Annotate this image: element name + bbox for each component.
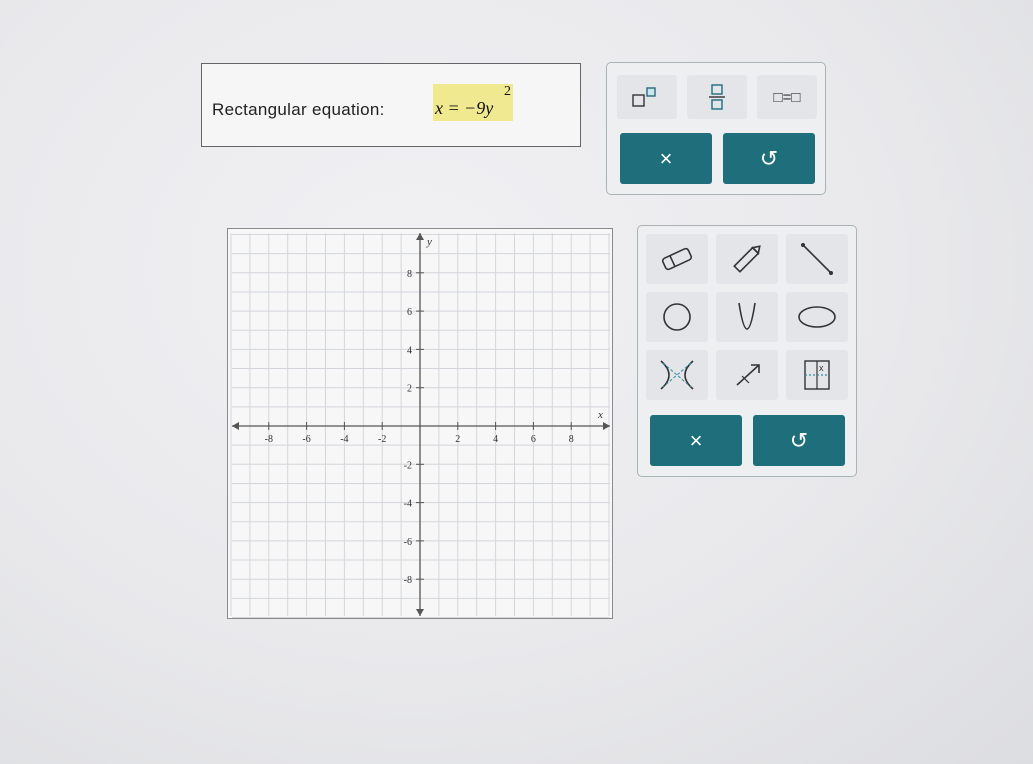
superscript-button[interactable] [617,75,677,119]
eraser-icon [661,247,693,271]
y-axis-label: y [426,236,432,248]
hyperbola-icon [660,360,694,390]
y-tick-label: -2 [404,460,412,471]
equals-button[interactable]: □=□ [757,75,817,119]
equation-exponent: 2 [504,84,511,99]
fraction-button[interactable] [687,75,747,119]
coordinate-plane[interactable]: -8 -6 -4 -2 2 4 6 8 8 6 4 2 -2 -4 -6 -8 x y [228,229,614,620]
hyperbola-tool-button[interactable] [646,350,708,400]
x-axis-arrow-left [232,422,239,430]
ellipse-icon [798,306,836,328]
y-tick-label: -4 [404,499,412,510]
line-tool-button[interactable] [786,234,848,284]
math-palette: □=□ × ↺ [606,62,826,195]
graph-undo-button[interactable]: ↺ [753,415,845,466]
ray-icon [736,364,760,386]
y-tick-label: -6 [404,537,412,548]
parabola-tool-button[interactable] [716,292,778,342]
graph-clear-button[interactable]: × [650,415,742,466]
ray-tool-button[interactable] [716,350,778,400]
x-tick-label: 8 [569,434,574,445]
rectangular-equation-label: Rectangular equation: [212,100,385,119]
x-tick-label: -6 [302,434,310,445]
x-tick-label: 6 [531,434,536,445]
y-tick-label: 8 [407,269,412,280]
svg-text:x: x [819,363,824,373]
parabola-icon [738,302,756,330]
circle-icon [663,303,691,331]
eraser-tool-button[interactable] [646,234,708,284]
y-tick-label: 6 [407,307,412,318]
answer-box[interactable]: Rectangular equation: x = −9y 2 [201,63,581,147]
line-icon [801,243,833,275]
table-icon: x [804,360,830,390]
y-tick-label: 2 [407,384,412,395]
equals-template-icon: □=□ [773,88,801,106]
y-tick-label: -8 [404,575,412,586]
y-tick-label: 4 [407,345,412,356]
y-axis-arrow-down [416,609,424,616]
graph-area[interactable]: -8 -6 -4 -2 2 4 6 8 8 6 4 2 -2 -4 -6 -8 x y [227,228,613,619]
x-tick-label: 2 [455,434,460,445]
circle-tool-button[interactable] [646,292,708,342]
x-tick-label: -8 [265,434,273,445]
x-tick-label: -2 [378,434,386,445]
fraction-template-icon [709,84,725,110]
x-tick-label: 4 [493,434,498,445]
pencil-tool-button[interactable] [716,234,778,284]
point-table-tool-button[interactable]: x [786,350,848,400]
math-undo-button[interactable]: ↺ [723,133,815,184]
superscript-template-icon [632,87,656,107]
equation-text[interactable]: x = −9y [435,98,493,119]
graph-tool-palette: x × ↺ [637,225,857,477]
ellipse-tool-button[interactable] [786,292,848,342]
pencil-icon [733,245,761,273]
x-axis-label: x [597,409,603,421]
x-tick-label: -4 [340,434,348,445]
math-clear-button[interactable]: × [620,133,712,184]
